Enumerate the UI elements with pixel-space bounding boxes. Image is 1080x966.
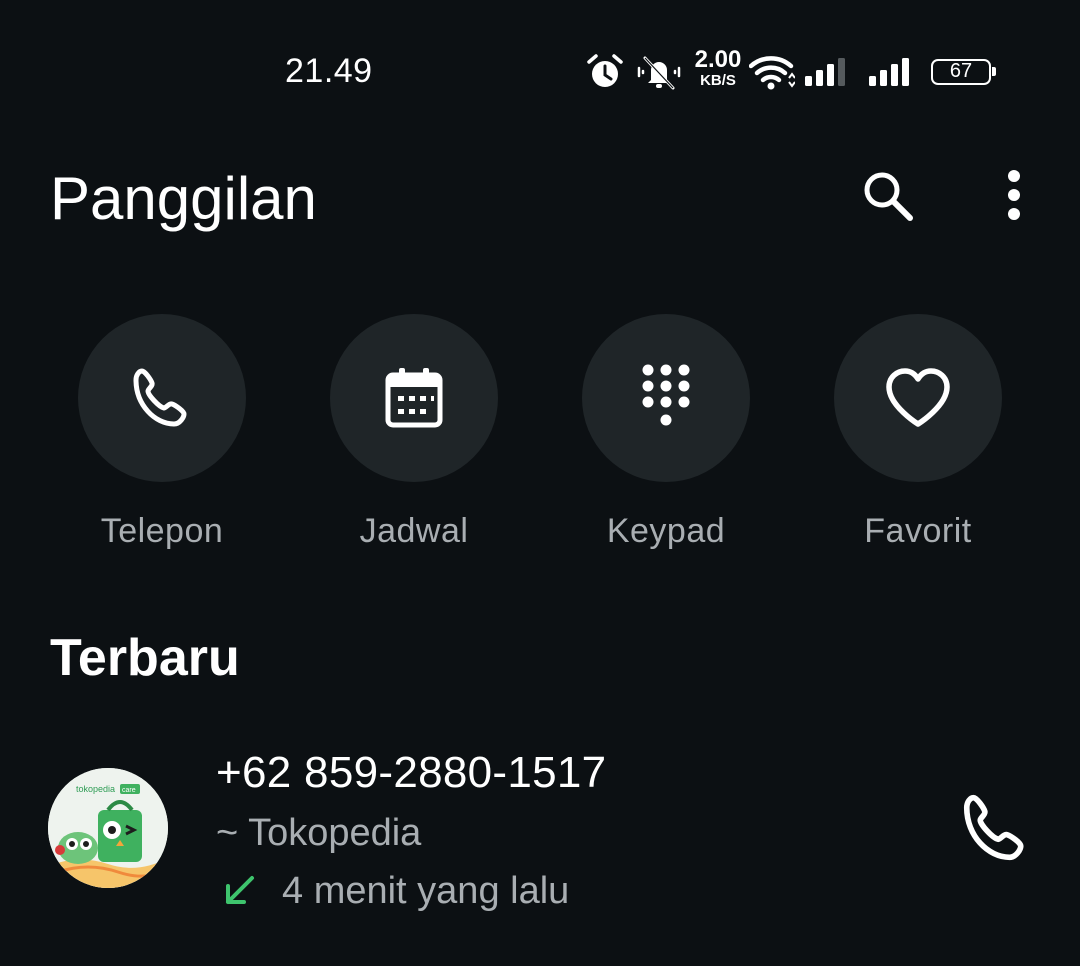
quick-action-keypad[interactable]: Keypad: [582, 314, 750, 564]
quick-action-label: Favorit: [864, 512, 972, 550]
wifi-icon: [749, 56, 795, 90]
signal-icon: [869, 58, 909, 86]
phone-app-screen: 21.49 2.00 KB/S 67 Panggilan Telepon Jad…: [0, 0, 1080, 966]
quick-action-circle: [78, 314, 246, 482]
quick-action-telepon[interactable]: Telepon: [78, 314, 246, 564]
search-button[interactable]: [858, 166, 918, 226]
mute-icon: [637, 56, 681, 90]
quick-action-circle: [582, 314, 750, 482]
quick-action-favorit[interactable]: Favorit: [834, 314, 1002, 564]
net-speed: 2.00 KB/S: [690, 46, 746, 89]
net-speed-unit: KB/S: [700, 72, 736, 89]
net-speed-value: 2.00: [694, 46, 742, 73]
status-time: 21.49: [285, 52, 373, 90]
more-vert-icon: [1008, 170, 1020, 220]
calendar-icon: [385, 368, 443, 428]
incoming-call-arrow-icon: [226, 876, 254, 904]
quick-action-jadwal[interactable]: Jadwal: [330, 314, 498, 564]
call-back-button[interactable]: [960, 792, 1032, 864]
call-time: 4 menit yang lalu: [282, 870, 570, 912]
page-title: Panggilan: [50, 165, 317, 232]
tokopedia-logo: tokopedia care: [48, 768, 168, 888]
alarm-icon: [587, 54, 623, 87]
quick-action-label: Telepon: [100, 512, 224, 550]
svg-text:care: care: [122, 787, 136, 794]
recent-call-item[interactable]: tokopedia care +62 859-2880-1517 ~ Tokop…: [0, 740, 1080, 920]
signal-icon: [805, 58, 845, 86]
quick-action-label: Jadwal: [359, 512, 469, 550]
search-icon: [864, 172, 913, 221]
heart-icon: [886, 368, 950, 427]
recent-section-title: Terbaru: [50, 629, 240, 687]
svg-text:tokopedia: tokopedia: [76, 784, 115, 794]
contact-name: ~ Tokopedia: [216, 812, 422, 854]
avatar: tokopedia care: [48, 768, 168, 888]
quick-action-label: Keypad: [606, 512, 726, 550]
quick-action-circle: [834, 314, 1002, 482]
phone-icon: [133, 368, 187, 427]
dialpad-icon: [642, 364, 690, 426]
phone-icon: [963, 794, 1024, 861]
more-options-button[interactable]: [994, 166, 1034, 226]
quick-action-circle: [330, 314, 498, 482]
contact-number: +62 859-2880-1517: [216, 748, 607, 797]
status-icons: 2.00 KB/S 67: [585, 48, 1005, 96]
battery-icon: 67: [931, 59, 996, 85]
